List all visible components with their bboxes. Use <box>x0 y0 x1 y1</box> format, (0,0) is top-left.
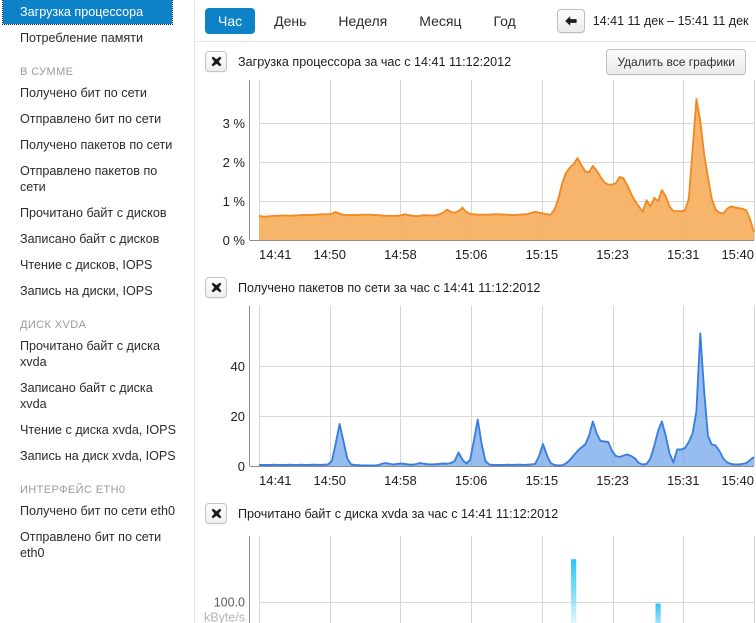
graph-header: Загрузка процессора за час с 14:41 11:12… <box>195 42 756 78</box>
main-panel: ЧасДеньНеделяМесяцГод 14:41 11 дек – 15:… <box>195 0 756 623</box>
sidebar-item-1[interactable]: Потребление памяти <box>0 26 194 50</box>
sidebar-item-8[interactable]: Записано байт с дисков <box>0 227 194 251</box>
sidebar-item-5[interactable]: Получено пакетов по сети <box>0 133 194 157</box>
graph-header: Получено пакетов по сети за час с 14:41 … <box>195 268 756 304</box>
graph-title: Прочитано байт с диска xvda за час с 14:… <box>238 507 558 521</box>
graph-block-1: Получено пакетов по сети за час с 14:41 … <box>195 268 756 494</box>
sidebar-section-header: ИНТЕРФЕЙС ETH0 <box>0 470 194 499</box>
svg-text:0 %: 0 % <box>223 233 246 248</box>
svg-text:kByte/s: kByte/s <box>204 611 245 623</box>
arrow-left-icon[interactable] <box>557 9 585 33</box>
sidebar-section-header: В СУММЕ <box>0 52 194 81</box>
date-navigation: 14:41 11 дек – 15:41 11 дек <box>557 9 756 33</box>
date-range-label: 14:41 11 дек – 15:41 11 дек <box>585 14 756 28</box>
monitoring-dashboard: Загрузка процессораПотребление памятиВ С… <box>0 0 756 623</box>
svg-text:15:23: 15:23 <box>596 473 629 488</box>
sidebar-item-3[interactable]: Получено бит по сети <box>0 81 194 105</box>
svg-text:15:31: 15:31 <box>667 247 700 262</box>
delete-all-graphs-button[interactable]: Удалить все графики <box>606 49 746 75</box>
svg-text:15:23: 15:23 <box>596 247 629 262</box>
svg-text:100.0: 100.0 <box>214 596 245 610</box>
range-tab-group[interactable]: ЧасДеньНеделяМесяцГод <box>205 8 535 34</box>
svg-text:3 %: 3 % <box>223 116 246 131</box>
svg-text:14:58: 14:58 <box>384 473 417 488</box>
graph-list: Загрузка процессора за час с 14:41 11:12… <box>195 42 756 623</box>
sidebar-item-7[interactable]: Прочитано байт с дисков <box>0 201 194 225</box>
sidebar-item-18[interactable]: Отправлено бит по сети eth0 <box>0 525 194 565</box>
sidebar-item-9[interactable]: Чтение с дисков, IOPS <box>0 253 194 277</box>
svg-text:14:58: 14:58 <box>384 247 417 262</box>
svg-text:20: 20 <box>231 409 245 424</box>
svg-text:15:15: 15:15 <box>526 247 559 262</box>
svg-text:14:41: 14:41 <box>259 473 292 488</box>
close-icon[interactable] <box>205 277 227 298</box>
svg-text:15:06: 15:06 <box>455 473 488 488</box>
sidebar-item-14[interactable]: Чтение с диска xvda, IOPS <box>0 418 194 442</box>
graph-canvas[interactable]: 0 20 40 14:41 14:50 14:58 15:06 15:15 15:23 15:31… <box>195 304 756 494</box>
svg-text:15:31: 15:31 <box>667 473 700 488</box>
svg-text:0: 0 <box>238 459 245 474</box>
sidebar-item-0[interactable]: Загрузка процессора <box>3 0 172 24</box>
graph-title: Загрузка процессора за час с 14:41 11:12… <box>238 55 511 69</box>
svg-text:2 %: 2 % <box>223 155 246 170</box>
time-range-toolbar: ЧасДеньНеделяМесяцГод 14:41 11 дек – 15:… <box>195 0 756 42</box>
sidebar-item-6[interactable]: Отправлено пакетов по сети <box>0 159 194 199</box>
graph-canvas[interactable]: 100.0kByte/s <box>195 530 756 623</box>
sidebar: Загрузка процессораПотребление памятиВ С… <box>0 0 195 623</box>
svg-text:15:15: 15:15 <box>526 473 559 488</box>
close-icon[interactable] <box>205 51 227 72</box>
sidebar-item-10[interactable]: Запись на диски, IOPS <box>0 279 194 303</box>
range-tab-3[interactable]: Месяц <box>406 8 474 34</box>
range-tab-1[interactable]: День <box>261 8 319 34</box>
svg-text:1 %: 1 % <box>223 194 246 209</box>
svg-text:14:41: 14:41 <box>259 247 292 262</box>
sidebar-item-12[interactable]: Прочитано байт с диска xvda <box>0 334 194 374</box>
svg-text:15:40: 15:40 <box>721 473 754 488</box>
graph-block-0: Загрузка процессора за час с 14:41 11:12… <box>195 42 756 268</box>
graph-block-2: Прочитано байт с диска xvda за час с 14:… <box>195 494 756 623</box>
range-tab-2[interactable]: Неделя <box>325 8 400 34</box>
range-tab-4[interactable]: Год <box>480 8 528 34</box>
sidebar-section-header: ДИСК XVDA <box>0 305 194 334</box>
sidebar-item-4[interactable]: Отправлено бит по сети <box>0 107 194 131</box>
sidebar-fade-overlay <box>0 581 193 623</box>
svg-text:40: 40 <box>231 359 245 374</box>
sidebar-list[interactable]: Загрузка процессораПотребление памятиВ С… <box>0 0 194 577</box>
graph-title: Получено пакетов по сети за час с 14:41 … <box>238 281 540 295</box>
sidebar-item-15[interactable]: Запись на диск xvda, IOPS <box>0 444 194 468</box>
close-icon[interactable] <box>205 503 227 524</box>
sidebar-item-13[interactable]: Записано байт с диска xvda <box>0 376 194 416</box>
svg-text:15:06: 15:06 <box>455 247 488 262</box>
svg-text:14:50: 14:50 <box>313 247 346 262</box>
range-tab-0[interactable]: Час <box>205 8 255 34</box>
graph-canvas[interactable]: 0 % 1 % 2 % 3 % 14:41 14:50 14:58 15:06 15:15 15:… <box>195 78 756 268</box>
graph-header: Прочитано байт с диска xvda за час с 14:… <box>195 494 756 530</box>
sidebar-item-17[interactable]: Получено бит по сети eth0 <box>0 499 194 523</box>
svg-text:14:50: 14:50 <box>313 473 346 488</box>
svg-text:15:40: 15:40 <box>721 247 754 262</box>
